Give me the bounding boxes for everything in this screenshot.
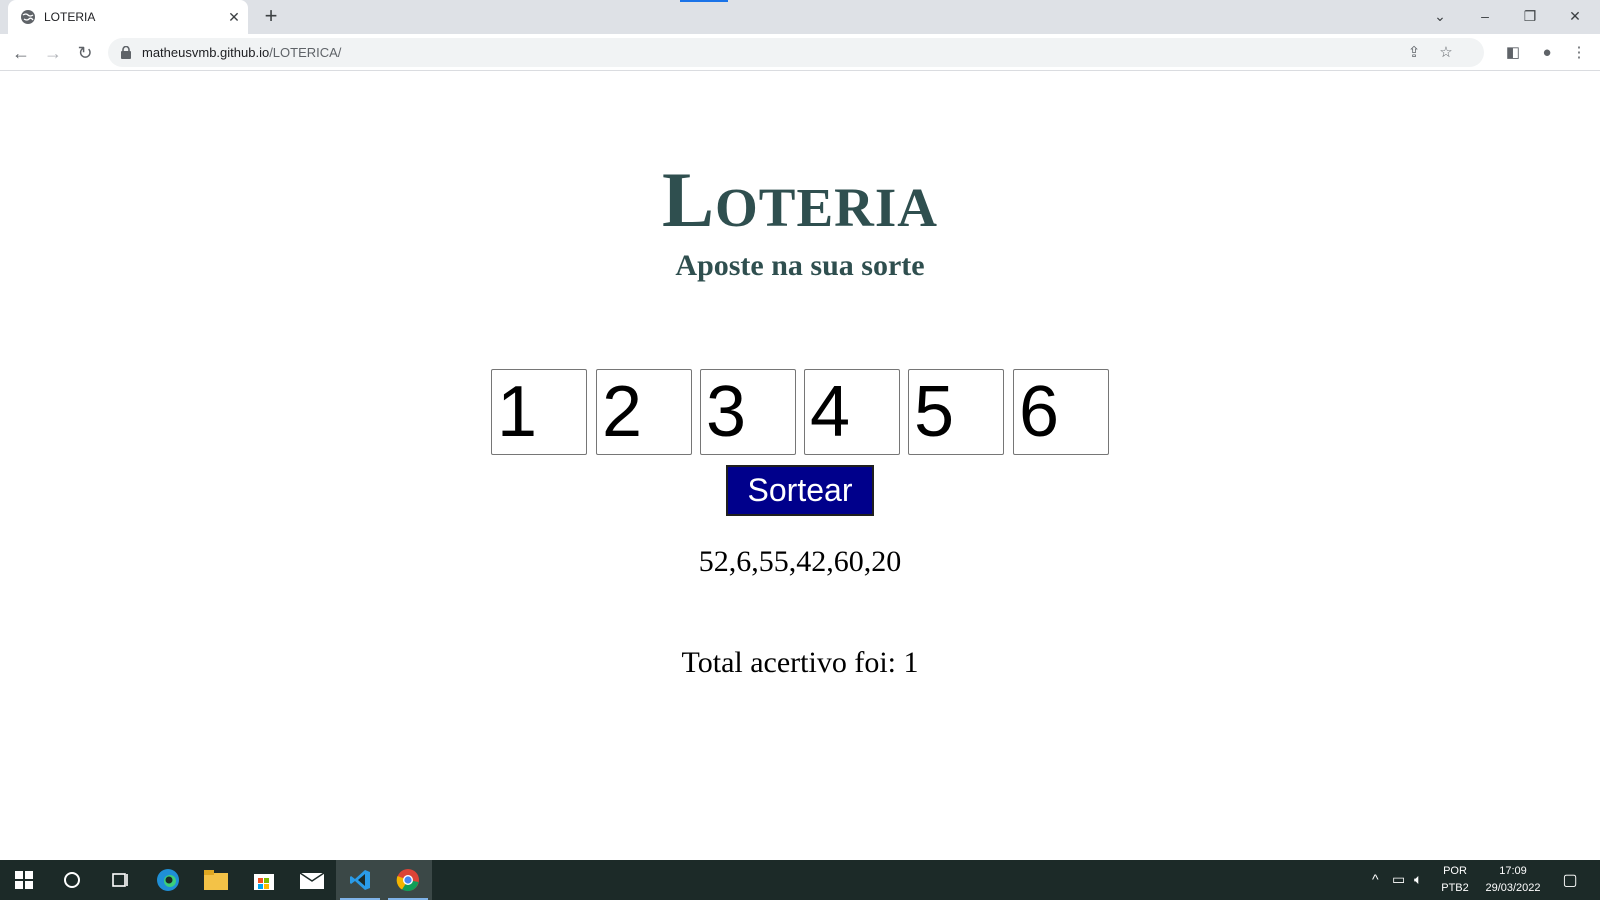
number-input-6[interactable] bbox=[1013, 369, 1109, 455]
number-inputs bbox=[491, 369, 1111, 455]
side-panel-icon[interactable]: ◧ bbox=[1500, 40, 1526, 66]
taskbar: ^ ▭ 🔈︎ POR PTB2 17:09 29/03/2022 ▢ bbox=[0, 860, 1600, 900]
url-text: matheusvmb.github.io/LOTERICA/ bbox=[142, 45, 341, 60]
store-icon[interactable] bbox=[240, 860, 288, 900]
url-path: /LOTERICA/ bbox=[269, 45, 342, 60]
close-window-icon[interactable]: ✕ bbox=[1555, 4, 1595, 28]
browser-tab[interactable]: LOTERIA ✕ bbox=[8, 0, 248, 34]
page-content: Loteria Aposte na sua sorte Sortear 52,6… bbox=[0, 71, 1600, 860]
number-input-3[interactable] bbox=[700, 369, 796, 455]
lock-icon bbox=[121, 46, 131, 59]
tray-chevron-icon[interactable]: ^ bbox=[1372, 871, 1379, 887]
profile-icon[interactable]: ● bbox=[1534, 40, 1560, 66]
vscode-icon[interactable] bbox=[336, 860, 384, 900]
clock-time[interactable]: 17:09 bbox=[1478, 865, 1548, 877]
drawn-numbers: 52,6,55,42,60,20 bbox=[698, 545, 902, 578]
mail-icon[interactable] bbox=[288, 860, 336, 900]
file-explorer-icon[interactable] bbox=[192, 860, 240, 900]
minimize-icon[interactable]: – bbox=[1465, 4, 1505, 28]
back-icon[interactable]: ← bbox=[8, 40, 34, 66]
language-top[interactable]: POR bbox=[1440, 865, 1470, 877]
draw-button[interactable]: Sortear bbox=[726, 465, 874, 516]
windows-logo-icon bbox=[15, 871, 33, 889]
forward-icon[interactable]: → bbox=[40, 40, 66, 66]
restore-icon[interactable]: ❐ bbox=[1510, 4, 1550, 28]
url-host: matheusvmb.github.io bbox=[142, 45, 270, 60]
tab-search-icon[interactable]: ⌄ bbox=[1420, 4, 1460, 28]
browser-toolbar: ← → ↻ matheusvmb.github.io/LOTERICA/ ⇪ ☆… bbox=[0, 34, 1600, 71]
globe-icon bbox=[21, 10, 35, 24]
edge-icon[interactable] bbox=[144, 860, 192, 900]
notifications-icon[interactable]: ▢ bbox=[1558, 870, 1582, 890]
tabstrip-accent bbox=[680, 0, 728, 2]
bookmark-star-icon[interactable]: ☆ bbox=[1436, 43, 1456, 63]
clock-date[interactable]: 29/03/2022 bbox=[1478, 882, 1548, 894]
page-subtitle: Aposte na sua sorte bbox=[675, 249, 925, 282]
number-input-2[interactable] bbox=[596, 369, 692, 455]
close-tab-icon[interactable]: ✕ bbox=[226, 9, 242, 25]
task-view-icon[interactable] bbox=[96, 860, 144, 900]
number-input-5[interactable] bbox=[908, 369, 1004, 455]
search-circle-icon[interactable] bbox=[48, 860, 96, 900]
share-icon[interactable]: ⇪ bbox=[1404, 43, 1424, 63]
tab-title: LOTERIA bbox=[44, 10, 96, 24]
page-title: Loteria bbox=[661, 156, 939, 243]
network-icon[interactable]: ▭ bbox=[1392, 871, 1405, 888]
number-input-4[interactable] bbox=[804, 369, 900, 455]
number-input-1[interactable] bbox=[491, 369, 587, 455]
reload-icon[interactable]: ↻ bbox=[72, 40, 98, 66]
chrome-icon[interactable] bbox=[384, 860, 432, 900]
browser-tabstrip: LOTERIA ✕ + ⌄ – ❐ ✕ bbox=[0, 0, 1600, 34]
result-text: Total acertivo foi: 1 bbox=[681, 646, 919, 679]
language-bottom[interactable]: PTB2 bbox=[1440, 882, 1470, 894]
new-tab-icon[interactable]: + bbox=[260, 5, 282, 28]
volume-icon[interactable]: 🔈︎ bbox=[1414, 871, 1422, 888]
address-bar[interactable]: matheusvmb.github.io/LOTERICA/ ⇪ ☆ bbox=[108, 38, 1484, 67]
menu-kebab-icon[interactable]: ⋮ bbox=[1566, 40, 1592, 66]
windows-start-icon[interactable] bbox=[0, 860, 48, 900]
